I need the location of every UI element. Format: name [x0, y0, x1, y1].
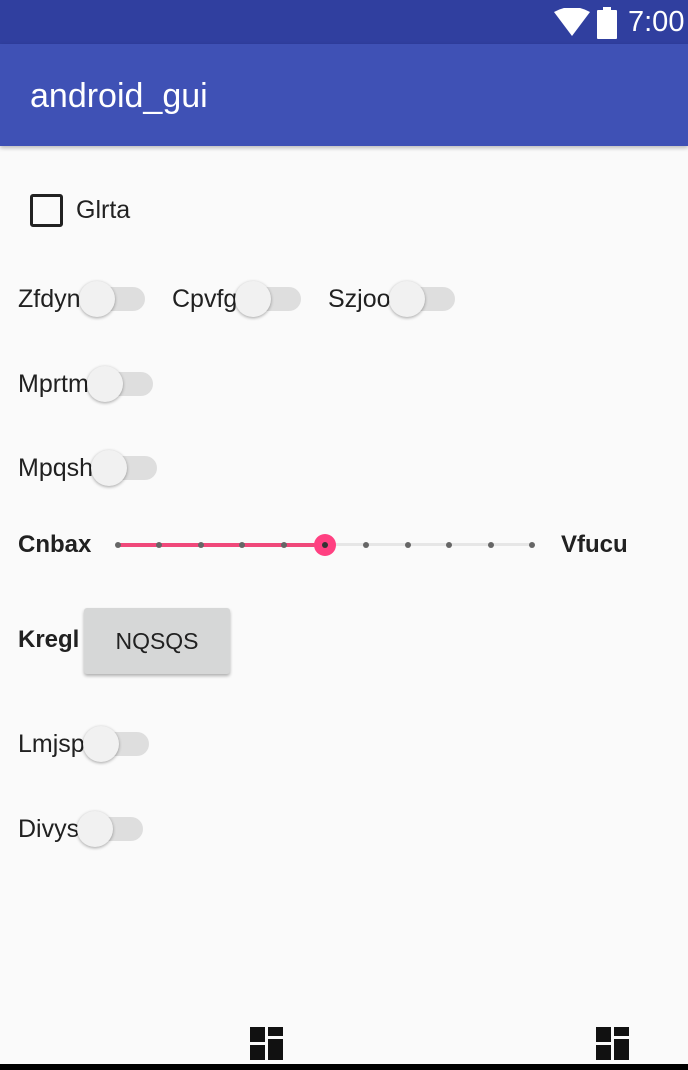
- slider-tick: [404, 542, 411, 548]
- switch-label: Cpvfg: [172, 284, 238, 313]
- switch-divys[interactable]: [77, 809, 144, 849]
- checkbox-box[interactable]: [30, 193, 63, 227]
- switch-mpqsh[interactable]: [91, 448, 158, 488]
- switch-row-mpqsh[interactable]: Mpqsh: [18, 448, 158, 488]
- switch-label: Szjoo: [328, 284, 391, 313]
- switch-row-zfdyn[interactable]: Zfdyn: [18, 279, 145, 319]
- switch-row-cpvfg[interactable]: Cpvfg: [172, 279, 302, 319]
- slider-tick: [115, 542, 121, 548]
- dashboard-icon[interactable]: [250, 1027, 283, 1060]
- status-bar: 7:00: [0, 0, 688, 44]
- slider-thumb[interactable]: [314, 534, 336, 556]
- switch-lmjsp[interactable]: [82, 724, 149, 764]
- battery-icon: [597, 7, 617, 39]
- checkbox-glrta[interactable]: Glrta: [30, 192, 130, 228]
- slider-tick: [446, 542, 453, 548]
- switch-label: Zfdyn: [18, 284, 81, 313]
- switch-label: Lmjsp: [18, 729, 85, 758]
- slider-tick: [529, 542, 535, 548]
- slider-fill: [118, 543, 325, 547]
- switch-szjoo[interactable]: [388, 279, 455, 319]
- bottom-edge: [0, 1064, 688, 1070]
- slider-max-label: Vfucu: [561, 531, 628, 558]
- slider-tick: [363, 542, 370, 548]
- switch-cpvfg[interactable]: [235, 279, 302, 319]
- switch-label: Mprtm: [18, 369, 89, 398]
- switch-row-mprtm[interactable]: Mprtm: [18, 364, 153, 404]
- status-time: 7:00: [628, 6, 685, 38]
- dashboard-icon[interactable]: [596, 1027, 629, 1060]
- slider-min-label: Cnbax: [18, 531, 92, 558]
- slider-tick: [280, 542, 287, 548]
- nqsqs-button[interactable]: NQSQS: [84, 608, 230, 674]
- slider-tick: [197, 542, 204, 548]
- wifi-icon: [554, 8, 590, 36]
- app-bar: android_gui: [0, 44, 688, 146]
- checkbox-label: Glrta: [76, 195, 131, 224]
- app-title: android_gui: [30, 77, 208, 115]
- switch-label: Divys: [18, 814, 80, 843]
- discrete-slider[interactable]: [115, 530, 535, 560]
- switch-zfdyn[interactable]: [78, 279, 145, 319]
- switch-row-lmjsp[interactable]: Lmjsp: [18, 724, 149, 764]
- switch-row-divys[interactable]: Divys: [18, 809, 144, 849]
- switch-mprtm[interactable]: [86, 364, 153, 404]
- slider-tick: [239, 542, 246, 548]
- slider-tick: [487, 542, 494, 548]
- slider-tick: [156, 542, 163, 548]
- switch-label: Mpqsh: [18, 453, 94, 482]
- switch-row-szjoo[interactable]: Szjoo: [328, 279, 455, 319]
- button-row-label: Kregl: [18, 626, 80, 653]
